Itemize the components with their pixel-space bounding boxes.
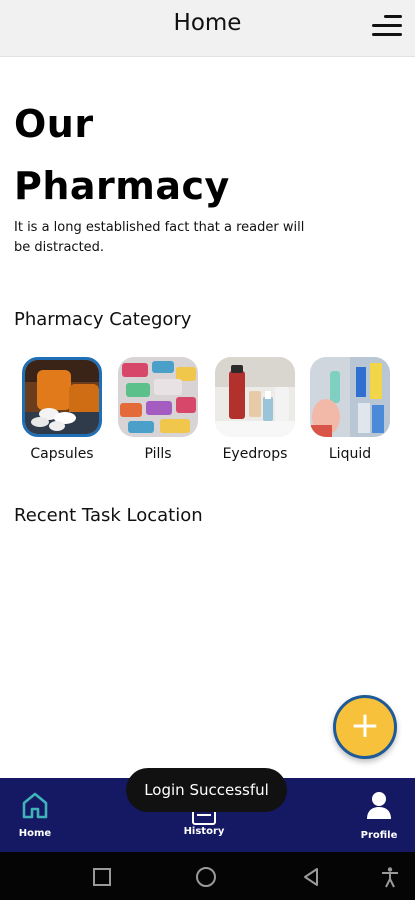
nav-home-label: Home [18, 828, 52, 839]
hero-title: Our Pharmacy [14, 93, 230, 217]
category-label: Capsules [30, 446, 94, 462]
recent-section-title: Recent Task Location [14, 505, 203, 526]
system-nav-bar [0, 852, 415, 900]
back-triangle-icon[interactable] [300, 866, 322, 888]
hero-description: It is a long established fact that a rea… [14, 220, 305, 255]
category-capsules[interactable]: Capsules [22, 357, 102, 462]
circle-icon[interactable] [195, 866, 217, 888]
home-icon [22, 792, 48, 819]
capsules-photo [22, 357, 102, 437]
category-pills[interactable]: Pills [118, 357, 198, 462]
plus-icon: + [349, 705, 381, 746]
eyedrops-photo [215, 357, 295, 437]
category-section-title: Pharmacy Category [14, 309, 192, 330]
menu-icon[interactable] [366, 12, 406, 42]
liquid-photo [310, 357, 390, 437]
app-header: Home [0, 0, 415, 57]
nav-home[interactable]: Home [0, 778, 70, 852]
accessibility-icon[interactable] [379, 866, 401, 888]
nav-history-label: History [183, 826, 225, 837]
square-icon[interactable] [91, 866, 113, 888]
category-liquid[interactable]: Liquid [310, 357, 390, 462]
category-eyedrops[interactable]: Eyedrops [215, 357, 295, 462]
toast-message: Login Successful [126, 768, 287, 812]
add-button[interactable]: + [333, 695, 397, 759]
profile-icon [367, 792, 391, 819]
header-title: Home [173, 10, 242, 36]
hero-title-line2: Pharmacy [14, 164, 230, 208]
hero-title-line1: Our [14, 102, 94, 146]
category-label: Eyedrops [222, 446, 288, 462]
category-label: Liquid [328, 446, 372, 462]
pills-photo [118, 357, 198, 437]
nav-profile[interactable]: Profile [344, 778, 414, 852]
category-label: Pills [144, 446, 172, 462]
nav-profile-label: Profile [360, 830, 398, 841]
